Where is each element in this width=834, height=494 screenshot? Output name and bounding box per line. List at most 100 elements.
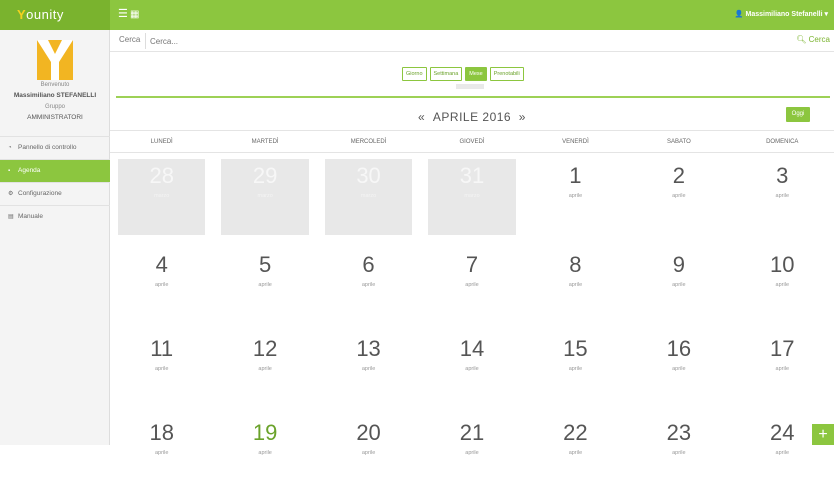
user-name: Massimiliano Stefanelli bbox=[745, 11, 823, 18]
day-number: 12 bbox=[252, 336, 278, 361]
group-value: AMMINISTRATORI bbox=[27, 114, 83, 121]
day-number: 11 bbox=[150, 336, 174, 361]
day-number: 14 bbox=[459, 336, 485, 361]
day-month: marzo bbox=[257, 193, 273, 199]
view-day-button[interactable]: Giorno bbox=[402, 67, 427, 81]
day-month: aprile bbox=[154, 450, 169, 456]
search-input[interactable] bbox=[150, 33, 750, 49]
day-month: aprile bbox=[672, 193, 686, 199]
active-view-indicator bbox=[456, 84, 484, 89]
calendar-day[interactable]: 4 aprile bbox=[110, 242, 213, 326]
calendar-day-today[interactable]: 19 aprile bbox=[213, 410, 316, 494]
calendar-day[interactable]: 28 marzo bbox=[118, 159, 206, 235]
day-number: 3 bbox=[776, 163, 789, 188]
prev-month-button[interactable]: « bbox=[418, 110, 425, 124]
welcome-text: Benvenuto bbox=[40, 82, 70, 88]
calendar-day[interactable]: 20 aprile bbox=[317, 410, 420, 494]
day-month: aprile bbox=[775, 366, 789, 372]
day-number: 21 bbox=[459, 420, 485, 445]
calendar-day[interactable]: 11 aprile bbox=[110, 326, 213, 410]
plus-icon: + bbox=[818, 426, 828, 443]
next-month-button[interactable]: » bbox=[519, 110, 526, 124]
day-number: 6 bbox=[362, 252, 375, 277]
view-month-button[interactable]: Mese bbox=[465, 67, 487, 81]
calendar-day[interactable]: 16 aprile bbox=[627, 326, 730, 410]
hamburger-icon[interactable]: ☰ bbox=[118, 9, 128, 20]
sidebar-item-configurazione[interactable]: ⚙ Configurazione bbox=[0, 182, 110, 205]
today-button[interactable]: Oggi bbox=[786, 107, 810, 122]
weekday-label: LUNEDÌ bbox=[150, 139, 173, 145]
app-logo[interactable]: Younity bbox=[0, 0, 110, 30]
divider bbox=[116, 96, 830, 98]
calendar-day[interactable]: 10 aprile bbox=[731, 242, 834, 326]
calendar-day[interactable]: 8 aprile bbox=[524, 242, 627, 326]
day-month: marzo bbox=[360, 193, 377, 199]
day-number: 9 bbox=[672, 252, 685, 277]
sidebar-item-agenda[interactable]: ▪ Agenda bbox=[0, 159, 110, 182]
month-navigator: « APRILE 2016 » bbox=[110, 110, 834, 124]
day-number: 2 bbox=[672, 163, 685, 188]
main-content: Cerca 🔍︎ Cerca Giorno Settimana Mese Pre… bbox=[110, 30, 834, 456]
sidebar-item-manuale[interactable]: ▤ Manuale bbox=[0, 205, 110, 228]
day-month: aprile bbox=[154, 366, 169, 372]
calendar-day[interactable]: 15 aprile bbox=[524, 326, 627, 410]
grid-icon[interactable]: ▦ bbox=[130, 9, 139, 20]
day-number: 29 bbox=[252, 163, 278, 188]
chevron-down-icon: ▾ bbox=[824, 11, 828, 18]
calendar-day[interactable]: 3 aprile bbox=[731, 153, 834, 237]
company-logo bbox=[37, 40, 73, 80]
day-number: 7 bbox=[465, 252, 479, 277]
day-month: aprile bbox=[568, 282, 583, 288]
calendar-day[interactable]: 17 aprile bbox=[731, 326, 834, 410]
calendar-day[interactable]: 22 aprile bbox=[524, 410, 627, 494]
calendar-day[interactable]: 2 aprile bbox=[627, 153, 730, 237]
day-month: aprile bbox=[672, 366, 686, 372]
calendar-day[interactable]: 30 marzo bbox=[324, 159, 413, 235]
search-bar: Cerca 🔍︎ Cerca bbox=[110, 30, 834, 52]
day-month: aprile bbox=[258, 282, 272, 288]
calendar-day[interactable]: 6 aprile bbox=[317, 242, 420, 326]
search-button-label: Cerca bbox=[808, 35, 830, 44]
day-month: marzo bbox=[464, 193, 480, 199]
view-week-button[interactable]: Settimana bbox=[429, 67, 463, 81]
day-number: 10 bbox=[770, 252, 795, 277]
day-number: 1 bbox=[569, 163, 582, 188]
day-number: 17 bbox=[770, 336, 795, 361]
weekday-label: GIOVEDÌ bbox=[459, 139, 485, 145]
calendar-day[interactable]: 18 aprile bbox=[110, 410, 213, 494]
sidebar: Benvenuto Massimiliano STEFANELLI Gruppo… bbox=[0, 30, 110, 445]
day-month: aprile bbox=[672, 282, 686, 288]
day-number: 20 bbox=[356, 420, 381, 445]
document-icon: ▤ bbox=[8, 214, 14, 220]
day-month: aprile bbox=[361, 282, 376, 288]
calendar-day[interactable]: 23 aprile bbox=[627, 410, 730, 494]
calendar-day[interactable]: 31 marzo bbox=[428, 159, 516, 235]
search-button[interactable]: 🔍︎ Cerca bbox=[796, 35, 830, 44]
calendar-day[interactable]: 13 aprile bbox=[317, 326, 420, 410]
calendar-day[interactable]: 1 aprile bbox=[524, 153, 627, 237]
calendar-day[interactable]: 5 aprile bbox=[213, 242, 316, 326]
sidebar-item-pannello[interactable]: ◔ Pannello di controllo bbox=[0, 136, 110, 159]
calendar-day[interactable]: 21 aprile bbox=[420, 410, 523, 494]
calendar-day[interactable]: 24 aprile bbox=[731, 410, 834, 494]
calendar-day[interactable]: 9 aprile bbox=[627, 242, 730, 326]
weekday-header: LUNEDÌ MARTEDÌ MERCOLEDÌ GIOVEDÌ VENERDÌ SABA… bbox=[110, 130, 834, 153]
month-title: APRILE 2016 bbox=[432, 110, 512, 124]
calendar-day[interactable]: 7 aprile bbox=[420, 242, 523, 326]
search-label: Cerca bbox=[119, 35, 141, 44]
day-number: 16 bbox=[666, 336, 692, 361]
day-number: 18 bbox=[149, 420, 174, 445]
view-bookable-button[interactable]: Prenotabili bbox=[489, 67, 524, 81]
calendar-day[interactable]: 14 aprile bbox=[420, 326, 523, 410]
day-number: 22 bbox=[563, 420, 588, 445]
day-number: 23 bbox=[666, 420, 692, 445]
calendar-day[interactable]: 12 aprile bbox=[213, 326, 316, 410]
sidebar-nav: ◔ Pannello di controllo ▪ Agenda ⚙ Configur… bbox=[0, 136, 110, 228]
day-month: aprile bbox=[154, 282, 169, 288]
user-menu[interactable]: 👤 Massimiliano Stefanelli ▾ bbox=[735, 0, 828, 30]
day-month: aprile bbox=[258, 366, 272, 372]
add-event-button[interactable]: + bbox=[812, 424, 834, 445]
weekday-label: MARTEDÌ bbox=[251, 139, 279, 145]
day-number: 4 bbox=[155, 252, 168, 277]
calendar-day[interactable]: 29 marzo bbox=[221, 159, 309, 235]
